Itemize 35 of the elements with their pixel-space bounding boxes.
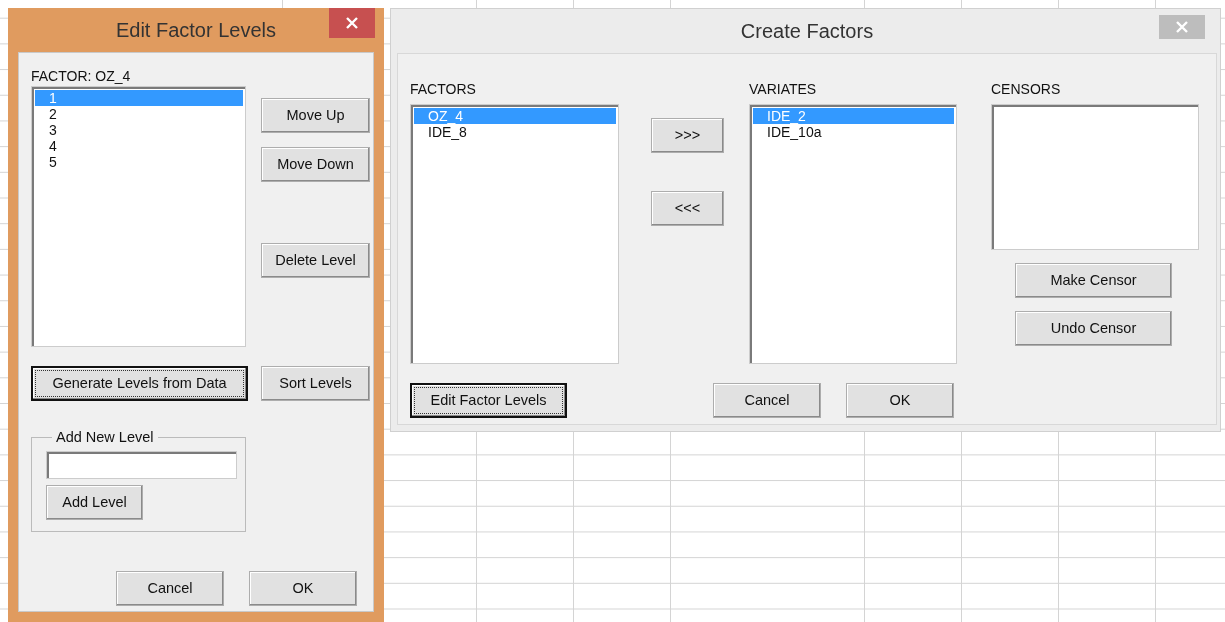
dialog-button[interactable]: OK <box>846 383 954 418</box>
window-title: Edit Factor Levels <box>115 18 277 43</box>
list-label: FACTORS <box>410 80 477 98</box>
add-level-button[interactable]: Add Level <box>46 485 143 520</box>
censor-button[interactable]: Undo Censor <box>1015 311 1172 346</box>
close-button[interactable] <box>329 8 375 38</box>
sort-button[interactable]: Sort Levels <box>261 366 370 401</box>
dialog-button[interactable]: OK <box>249 571 357 606</box>
level-input[interactable] <box>46 451 237 479</box>
dialog-button[interactable]: Cancel <box>116 571 224 606</box>
list-box[interactable]: OZ_4 IDE_8 <box>410 104 619 364</box>
transfer-button[interactable]: >>> <box>651 118 724 153</box>
list-label: VARIATES <box>749 80 818 98</box>
factor-label: FACTOR: OZ_4 <box>31 67 132 85</box>
levels-list[interactable]: 1 2 3 4 5 <box>31 86 246 347</box>
list-label: CENSORS <box>991 80 1062 98</box>
list-item[interactable]: IDE_8 <box>414 124 616 140</box>
list-box[interactable] <box>991 104 1199 250</box>
side-button[interactable]: Move Down <box>261 147 370 182</box>
edit-levels-button[interactable]: Edit Factor Levels <box>410 383 567 418</box>
transfer-button[interactable]: <<< <box>651 191 724 226</box>
list-box[interactable]: IDE_2 IDE_10a <box>749 104 957 364</box>
window-title: Create Factors <box>740 19 874 44</box>
list-item[interactable]: 3 <box>35 122 243 138</box>
list-item[interactable]: 4 <box>35 138 243 154</box>
list-item[interactable]: 2 <box>35 106 243 122</box>
side-button[interactable]: Delete Level <box>261 243 370 278</box>
censor-button[interactable]: Make Censor <box>1015 263 1172 298</box>
close-icon <box>346 17 358 29</box>
close-icon <box>1176 21 1188 33</box>
side-button[interactable]: Move Up <box>261 98 370 133</box>
list-item[interactable]: 5 <box>35 154 243 170</box>
dialog-button[interactable]: Cancel <box>713 383 821 418</box>
generate-button[interactable]: Generate Levels from Data <box>31 366 248 401</box>
list-item[interactable]: IDE_10a <box>753 124 954 140</box>
